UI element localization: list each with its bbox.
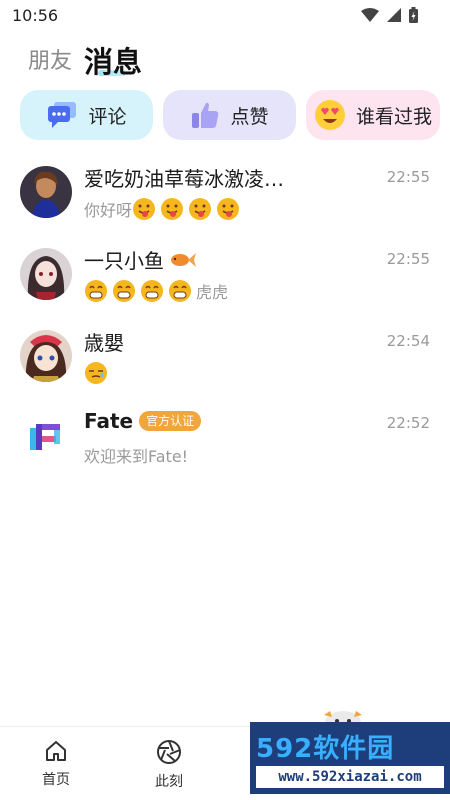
message-sender-name: 爱吃奶油草莓冰激凌… xyxy=(84,163,284,192)
fate-logo-icon xyxy=(20,412,72,464)
sender-name: Fate xyxy=(84,409,134,433)
like-card[interactable]: 点赞 xyxy=(163,90,296,140)
nav-moment-label: 此刻 xyxy=(155,774,183,790)
message-list: 爱吃奶油草莓冰激凌… 22:55 你好呀 一只小鱼 22:55 虎虎 歳嬰 22… xyxy=(0,160,450,488)
avatar-image xyxy=(20,330,72,382)
watermark-sub: www.592xiazai.com xyxy=(256,766,444,788)
signal-icon xyxy=(387,8,401,22)
status-icons xyxy=(361,7,418,23)
grin-emoji xyxy=(113,280,135,302)
avatar[interactable] xyxy=(20,248,72,300)
watermark-main: 592软件园 xyxy=(256,734,395,764)
aperture-icon xyxy=(157,740,181,764)
message-time: 22:54 xyxy=(386,332,430,350)
avatar[interactable] xyxy=(20,166,72,218)
comment-icon xyxy=(48,102,77,128)
preview-text: 欢迎来到Fate! xyxy=(84,447,189,466)
sender-name: 歳嬰 xyxy=(84,331,124,355)
message-time: 22:55 xyxy=(386,168,430,186)
sender-name: 一只小鱼 xyxy=(84,249,164,273)
watermark: 592软件园 www.592xiazai.com xyxy=(250,722,450,794)
battery-icon xyxy=(409,7,418,23)
message-sender-name: 一只小鱼 xyxy=(84,245,196,274)
message-item[interactable]: 爱吃奶油草莓冰激凌… 22:55 你好呀 xyxy=(0,160,450,242)
message-sender-name: 歳嬰 xyxy=(84,327,124,356)
nav-home-label: 首页 xyxy=(42,772,70,788)
preview-text: 虎虎 xyxy=(196,283,229,302)
header-tabs: 朋友 消息 xyxy=(28,38,142,82)
tongue-face-emoji xyxy=(133,198,156,220)
tongue-face-emoji xyxy=(217,198,240,220)
message-time: 22:55 xyxy=(386,250,430,268)
thumbs-up-icon xyxy=(192,102,219,128)
comment-label: 评论 xyxy=(88,105,127,128)
message-preview: 你好呀 xyxy=(84,197,244,221)
message-sender-name: Fate 官方认证 xyxy=(84,409,202,433)
sleepy-face-emoji xyxy=(85,362,107,384)
official-badge: 官方认证 xyxy=(139,411,202,431)
nav-home[interactable]: 首页 xyxy=(26,739,86,789)
sender-name: 爱吃奶油草莓冰激凌… xyxy=(84,167,284,191)
avatar-image xyxy=(20,166,72,218)
tongue-face-emoji xyxy=(161,198,184,220)
heart-eyes-icon xyxy=(314,100,345,130)
status-time: 10:56 xyxy=(12,6,59,25)
message-time: 22:52 xyxy=(386,414,430,432)
like-label: 点赞 xyxy=(230,105,269,128)
avatar[interactable] xyxy=(20,330,72,382)
message-preview: 欢迎来到Fate! xyxy=(84,443,188,467)
tab-messages-label: 消息 xyxy=(84,45,143,79)
quick-actions: 评论 点赞 谁看过我 xyxy=(20,90,440,140)
tab-friends[interactable]: 朋友 xyxy=(28,42,72,82)
tongue-face-emoji xyxy=(189,198,212,220)
message-item[interactable]: Fate 官方认证 22:52 欢迎来到Fate! xyxy=(0,406,450,488)
wifi-icon xyxy=(361,8,379,22)
grin-emoji xyxy=(169,280,191,302)
avatar[interactable] xyxy=(20,412,72,464)
avatar-image xyxy=(20,248,72,300)
viewers-card[interactable]: 谁看过我 xyxy=(306,90,440,140)
message-preview: 虎虎 xyxy=(84,279,228,303)
goldfish-emoji xyxy=(171,252,196,267)
tab-messages[interactable]: 消息 xyxy=(84,42,142,82)
status-bar: 10:56 xyxy=(0,0,450,32)
comment-card[interactable]: 评论 xyxy=(20,90,153,140)
message-preview xyxy=(84,361,112,385)
message-item[interactable]: 歳嬰 22:54 xyxy=(0,324,450,406)
grin-emoji xyxy=(85,280,107,302)
message-item[interactable]: 一只小鱼 22:55 虎虎 xyxy=(0,242,450,324)
viewers-label: 谁看过我 xyxy=(355,105,432,128)
nav-moment[interactable]: 此刻 xyxy=(139,739,199,791)
grin-emoji xyxy=(141,280,163,302)
preview-text: 你好呀 xyxy=(84,201,133,220)
home-icon xyxy=(46,741,66,761)
